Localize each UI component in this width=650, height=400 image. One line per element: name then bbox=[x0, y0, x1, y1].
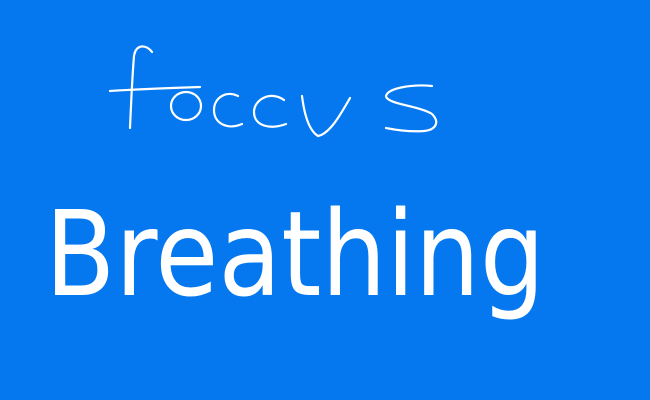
letter-c-2 bbox=[252, 94, 288, 128]
handwriting-canvas: Breathing bbox=[45, 45, 545, 323]
handwritten-word-breathing: Breathing bbox=[45, 185, 545, 323]
letter-o bbox=[169, 90, 203, 122]
letter-s bbox=[384, 84, 438, 133]
letter-f bbox=[108, 45, 202, 130]
handwritten-word-focus bbox=[108, 45, 438, 138]
letter-c bbox=[212, 92, 244, 128]
letter-u bbox=[300, 94, 352, 138]
